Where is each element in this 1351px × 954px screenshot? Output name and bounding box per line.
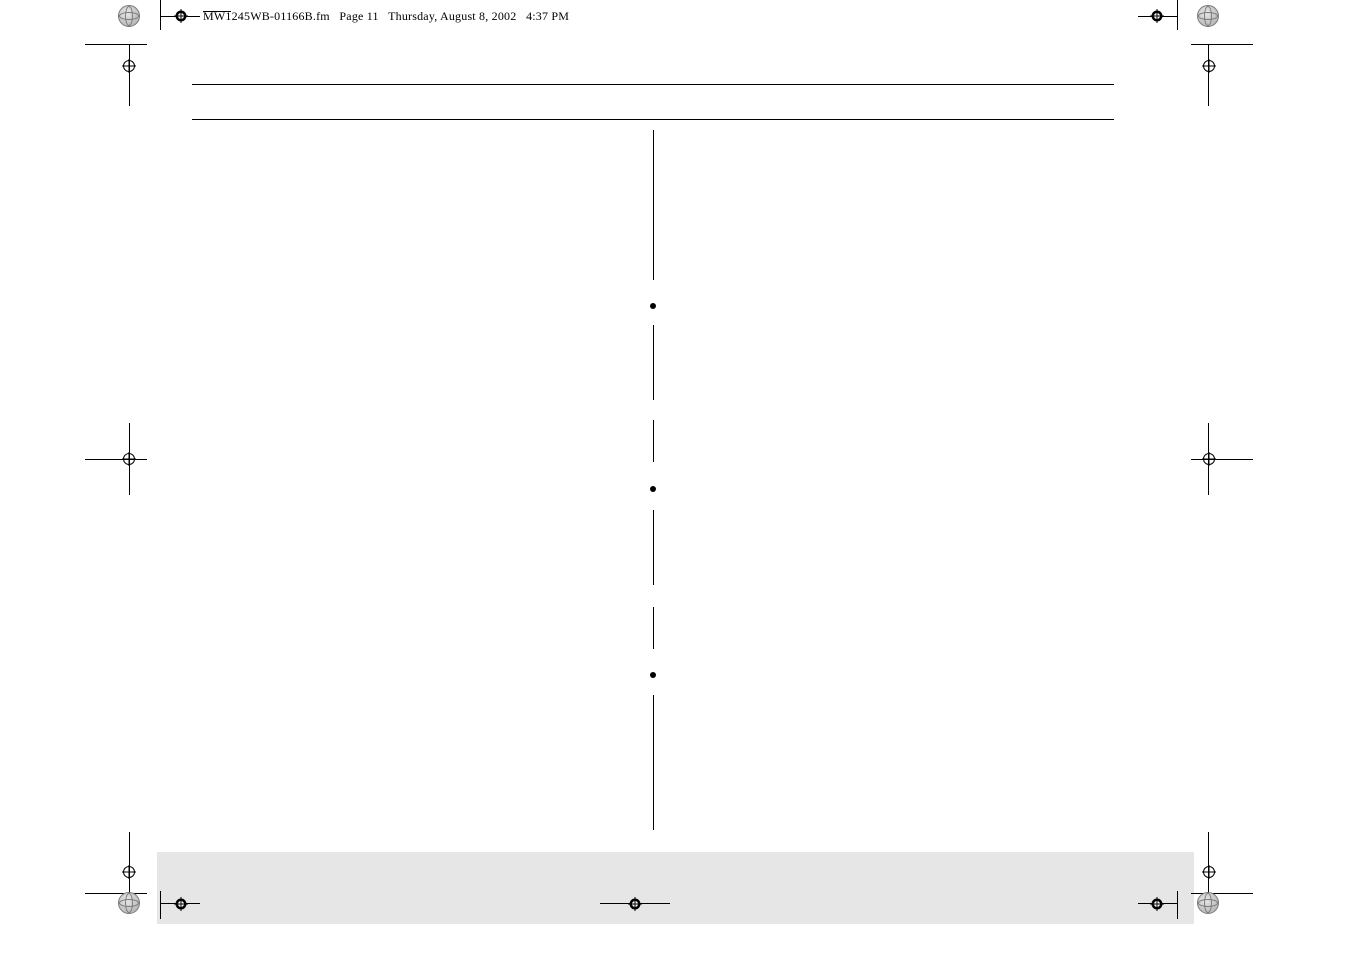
horizontal-rule bbox=[192, 84, 1114, 85]
target-icon bbox=[122, 59, 136, 73]
registration-globe-icon bbox=[118, 892, 140, 914]
column-divider bbox=[653, 325, 654, 400]
registration-globe-icon bbox=[1197, 892, 1219, 914]
target-icon bbox=[1150, 897, 1164, 911]
target-icon bbox=[628, 897, 642, 911]
bullet-icon bbox=[650, 486, 656, 492]
header-filename: MW1245WB-01166B.fm bbox=[203, 9, 330, 23]
column-divider bbox=[653, 695, 654, 830]
target-icon bbox=[122, 452, 136, 466]
target-icon bbox=[122, 865, 136, 879]
target-icon bbox=[174, 897, 188, 911]
header-time: 4:37 PM bbox=[526, 9, 569, 23]
header-date: Thursday, August 8, 2002 bbox=[388, 9, 516, 23]
column-divider bbox=[653, 420, 654, 462]
target-icon bbox=[1202, 59, 1216, 73]
target-icon bbox=[1150, 9, 1164, 23]
column-divider bbox=[653, 130, 654, 280]
header-page: Page 11 bbox=[339, 9, 378, 23]
registration-globe-icon bbox=[1197, 5, 1219, 27]
target-icon bbox=[1202, 865, 1216, 879]
footer-band bbox=[157, 852, 1194, 924]
column-divider bbox=[653, 607, 654, 649]
bullet-icon bbox=[650, 303, 656, 309]
registration-globe-icon bbox=[118, 5, 140, 27]
horizontal-rule bbox=[192, 119, 1114, 120]
column-divider bbox=[653, 510, 654, 585]
target-icon bbox=[1202, 452, 1216, 466]
document-header: MW1245WB-01166B.fm Page 11 Thursday, Aug… bbox=[203, 9, 569, 24]
bullet-icon bbox=[650, 672, 656, 678]
target-icon bbox=[174, 9, 188, 23]
